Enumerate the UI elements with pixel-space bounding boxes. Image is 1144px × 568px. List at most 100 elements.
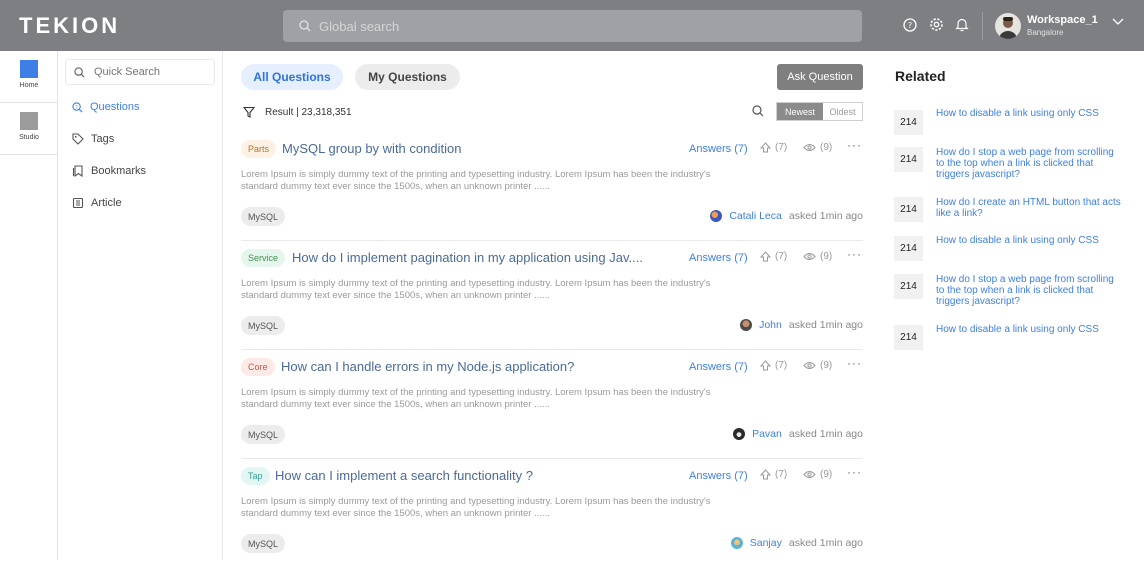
questions-panel: All Questions My Questions Ask Question … — [224, 51, 881, 560]
tag-chip[interactable]: MySQL — [241, 207, 286, 226]
sidebar-item-tags[interactable]: Tags — [72, 133, 114, 145]
gear-icon[interactable] — [929, 16, 945, 34]
question-excerpt: Lorem Ipsum is simply dummy text of the … — [241, 278, 711, 301]
rail-item-studio[interactable]: Studio — [0, 103, 58, 155]
views-count: (9) — [803, 360, 832, 371]
related-link[interactable]: How do I create an HTML button that acts… — [936, 197, 1122, 219]
sidebar-item-label: Questions — [90, 101, 140, 113]
rail-item-label: Studio — [19, 134, 39, 141]
global-search[interactable] — [283, 10, 862, 42]
rail-item-home[interactable]: Home — [0, 51, 58, 103]
avatar[interactable] — [740, 319, 753, 331]
related-link[interactable]: How to disable a link using only CSS — [936, 324, 1122, 335]
asked-time: asked 1min ago — [788, 210, 863, 222]
upvote-icon — [760, 360, 771, 371]
related-link[interactable]: How do I stop a web page from scrolling … — [936, 147, 1122, 180]
global-search-input[interactable] — [319, 18, 819, 34]
answers-link[interactable]: Answers (7) — [689, 361, 748, 373]
upvote-control[interactable]: (7) — [760, 251, 787, 262]
avatar[interactable] — [730, 537, 743, 549]
eye-icon — [803, 144, 816, 151]
upvote-control[interactable]: (7) — [760, 142, 787, 153]
asked-time: asked 1min ago — [788, 537, 863, 549]
search-icon[interactable] — [752, 105, 764, 117]
more-options-icon[interactable]: ··· — [847, 356, 862, 370]
avatar[interactable] — [710, 210, 723, 222]
asker-info: Pavan asked 1min ago — [733, 428, 863, 440]
related-link[interactable]: How to disable a link using only CSS — [936, 235, 1122, 246]
answers-link[interactable]: Answers (7) — [689, 252, 748, 264]
avatar[interactable] — [733, 428, 746, 440]
answers-link[interactable]: Answers (7) — [689, 143, 748, 155]
view-count: (9) — [820, 360, 833, 371]
views-count: (9) — [803, 469, 832, 480]
workspace-location: Bangalore — [1027, 28, 1064, 37]
workspace-name[interactable]: Workspace_1 — [1027, 14, 1098, 26]
chevron-down-icon[interactable] — [1112, 18, 1124, 26]
category-badge[interactable]: Parts — [241, 140, 277, 158]
user-link[interactable]: Pavan — [752, 428, 782, 440]
quick-search-input[interactable] — [94, 66, 204, 78]
result-count: Result | 23,318,351 — [265, 106, 352, 118]
bell-icon[interactable] — [955, 16, 971, 34]
question-title[interactable]: MySQL group by with condition — [282, 141, 461, 156]
related-link[interactable]: How do I stop a web page from scrolling … — [936, 274, 1122, 307]
sort-toggle: Newest Oldest — [776, 102, 863, 121]
vote-count: (7) — [775, 142, 788, 153]
top-bar: TEKION ? Workspace_1 Bangalore — [0, 0, 1144, 51]
related-count: 214 — [894, 197, 923, 222]
eye-icon — [803, 362, 816, 369]
view-count: (9) — [820, 142, 833, 153]
question-title[interactable]: How can I handle errors in my Node.js ap… — [281, 359, 574, 374]
related-count: 214 — [894, 236, 923, 261]
user-link[interactable]: Catali Leca — [729, 210, 782, 222]
sidebar-item-label: Tags — [91, 133, 115, 145]
asker-info: John asked 1min ago — [740, 319, 863, 331]
answers-link[interactable]: Answers (7) — [689, 470, 748, 482]
category-badge[interactable]: Tap — [241, 467, 270, 485]
related-link[interactable]: How to disable a link using only CSS — [936, 108, 1122, 119]
upvote-icon — [760, 469, 771, 480]
upvote-icon — [760, 251, 771, 262]
tag-chip[interactable]: MySQL — [241, 534, 286, 553]
views-count: (9) — [803, 142, 832, 153]
asker-info: Sanjay asked 1min ago — [730, 537, 863, 549]
category-badge[interactable]: Service — [241, 249, 286, 267]
upvote-control[interactable]: (7) — [760, 360, 787, 371]
user-link[interactable]: John — [759, 319, 782, 331]
studio-icon — [20, 112, 38, 130]
sort-newest-button[interactable]: Newest — [777, 103, 823, 120]
user-link[interactable]: Sanjay — [750, 537, 782, 549]
filter-icon[interactable] — [243, 106, 255, 118]
tab-my-questions[interactable]: My Questions — [355, 64, 460, 90]
quick-search[interactable] — [65, 59, 215, 85]
sidebar-item-article[interactable]: Article — [72, 197, 122, 209]
sidebar-item-questions[interactable]: ? Questions — [72, 101, 140, 113]
question-title[interactable]: How do I implement pagination in my appl… — [292, 250, 643, 265]
app-logo[interactable]: TEKION — [19, 13, 120, 39]
tag-chip[interactable]: MySQL — [241, 316, 286, 335]
question-card: Parts MySQL group by with condition Answ… — [241, 132, 863, 241]
sort-oldest-button[interactable]: Oldest — [823, 103, 862, 120]
related-count: 214 — [894, 110, 923, 135]
sidebar-item-bookmarks[interactable]: Bookmarks — [72, 165, 146, 177]
question-excerpt: Lorem Ipsum is simply dummy text of the … — [241, 387, 711, 410]
more-options-icon[interactable]: ··· — [847, 465, 862, 479]
more-options-icon[interactable]: ··· — [847, 138, 862, 152]
category-badge[interactable]: Core — [241, 358, 275, 376]
asker-info: Catali Leca asked 1min ago — [710, 210, 863, 222]
related-panel: Related 214 How to disable a link using … — [882, 51, 1144, 560]
sidebar-item-label: Article — [91, 197, 122, 209]
asked-time: asked 1min ago — [788, 428, 863, 440]
tab-all-questions[interactable]: All Questions — [241, 64, 343, 90]
avatar[interactable] — [995, 13, 1021, 39]
rail-item-label: Home — [19, 82, 39, 89]
sidebar-item-label: Bookmarks — [91, 165, 147, 177]
more-options-icon[interactable]: ··· — [847, 247, 862, 261]
question-title[interactable]: How can I implement a search functionali… — [275, 468, 533, 483]
help-icon[interactable]: ? — [903, 16, 919, 34]
view-count: (9) — [820, 469, 833, 480]
tag-chip[interactable]: MySQL — [241, 425, 286, 444]
ask-question-button[interactable]: Ask Question — [777, 64, 863, 90]
upvote-control[interactable]: (7) — [760, 469, 787, 480]
